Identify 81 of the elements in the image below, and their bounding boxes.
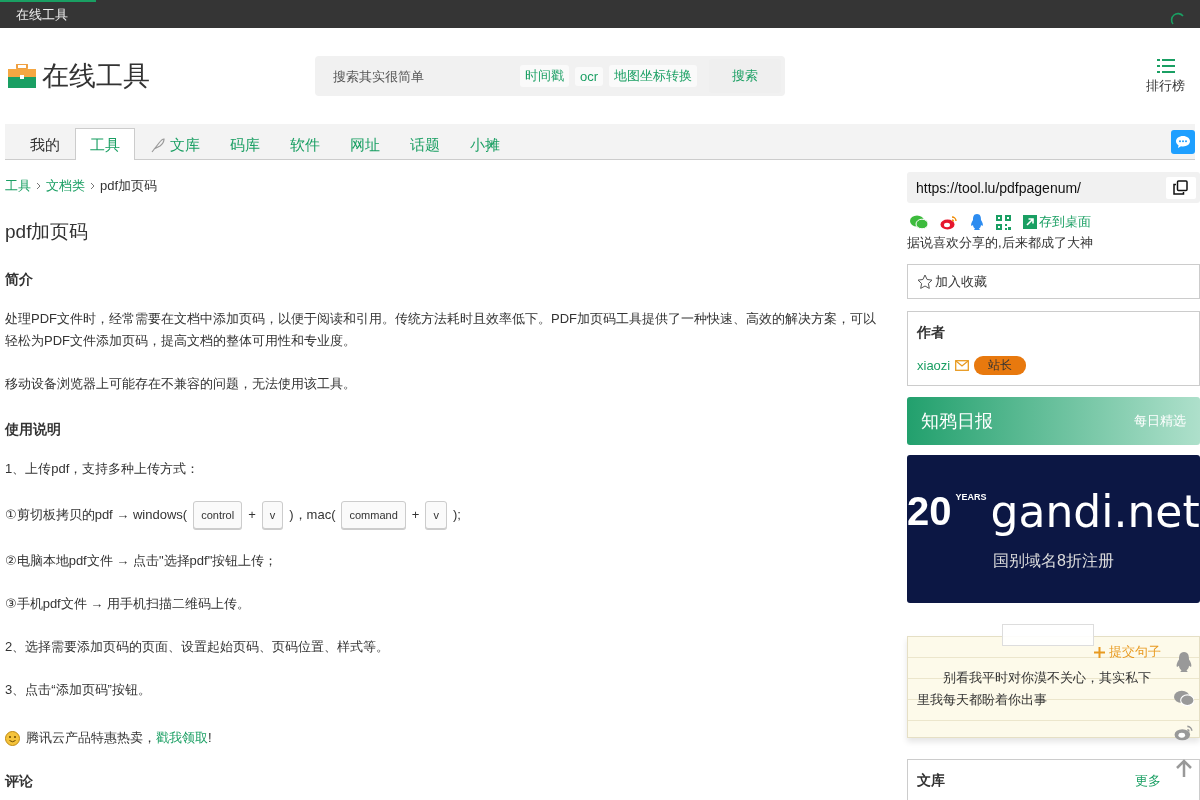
logo-text[interactable]: 在线工具	[42, 58, 150, 94]
copy-icon	[1173, 180, 1189, 195]
promo-text: 腾讯云产品特惠热卖，戳我领取!	[26, 729, 212, 747]
mail-icon[interactable]	[955, 360, 970, 371]
star-icon	[917, 273, 933, 290]
section-heading: 简介	[5, 271, 34, 289]
paragraph: ③手机pdf文件 → 用手机扫描二维码上传。	[5, 595, 251, 613]
chat-icon	[1176, 135, 1190, 148]
author-heading: 作者	[917, 324, 946, 342]
author-name[interactable]: xiaozi	[917, 358, 951, 373]
quick-link[interactable]: 地图坐标转换	[609, 65, 697, 87]
search-field[interactable]: 搜索其实很简单	[331, 67, 520, 85]
copy-button[interactable]	[1165, 176, 1196, 199]
ad-years: YEARS	[955, 492, 987, 502]
paragraph: 处理PDF文件时，经常需要在文档中添加页码，以便于阅读和引用。传统方法耗时且效率低下。PDF加页码工具提供了一种快速、高效的解决方案，可以轻松为PDF文件添加页码，提高文档的整体可用性和专业度。	[5, 310, 877, 350]
keyboard-key: v	[261, 501, 284, 529]
instruction-text: ①剪切板拷贝的pdf → windows(	[5, 506, 188, 524]
nav-tab[interactable]: 工具	[75, 128, 135, 160]
list-icon	[1156, 57, 1175, 74]
daily-banner[interactable]: 知鸦日报 每日精选	[907, 397, 1200, 445]
role-badge: 站长	[974, 356, 1027, 375]
site-tab[interactable]: 在线工具	[0, 0, 96, 28]
library-heading: 文库	[917, 772, 945, 790]
penguin-icon[interactable]	[970, 214, 984, 230]
chevron-right-icon	[90, 182, 95, 190]
ad-offer: 国别域名8折注册	[992, 551, 1114, 571]
wechat-icon[interactable]	[910, 215, 928, 229]
breadcrumb-current: pdf加页码	[100, 177, 158, 195]
ad-number: 20	[907, 489, 952, 534]
qr-code-icon[interactable]	[996, 214, 1011, 230]
keyboard-key: v	[425, 501, 447, 529]
quill-icon	[150, 137, 166, 153]
paragraph: 1、上传pdf，支持多种上传方式：	[5, 460, 201, 478]
nav-tab[interactable]: 码库	[215, 129, 275, 160]
weibo-icon[interactable]	[940, 214, 958, 230]
external-arrow-icon	[1023, 215, 1037, 229]
paragraph: 移动设备浏览器上可能存在不兼容的问题，无法使用该工具。	[5, 375, 357, 393]
ad-brand: gandi.net	[990, 486, 1200, 537]
weibo-icon[interactable]	[1174, 724, 1194, 741]
more-link[interactable]: 更多	[1134, 772, 1161, 790]
page-title: pdf加页码	[5, 220, 90, 244]
ranking-link[interactable]: 排行榜	[1146, 57, 1185, 95]
quick-link[interactable]: ocr	[574, 66, 603, 86]
share-note: 据说喜欢分享的,后来都成了大神	[907, 234, 1094, 252]
nav-tab[interactable]: 小摊	[455, 129, 515, 160]
wechat-icon[interactable]	[1174, 690, 1194, 706]
daily-title: 知鸦日报	[921, 410, 993, 433]
ranking-label: 排行榜	[1146, 76, 1185, 95]
paragraph: 2、选择需要添加页码的页面、设置起始页码、页码位置、样式等。	[5, 638, 391, 656]
section-heading: 使用说明	[5, 421, 62, 439]
breadcrumb-link[interactable]: 文档类	[46, 177, 85, 195]
instruction-text: );	[452, 506, 461, 524]
nav-tab[interactable]: 文库	[135, 129, 215, 160]
penguin-icon[interactable]	[1175, 652, 1193, 672]
promo-link[interactable]: 戳我领取	[156, 730, 208, 745]
plus-icon	[1093, 646, 1105, 658]
instruction-text: +	[411, 506, 420, 524]
smiley-icon	[5, 730, 20, 746]
chat-button[interactable]	[1171, 129, 1195, 154]
url-text: https://tool.lu/pdfpagenum/	[916, 179, 1081, 196]
instruction-text: +	[248, 506, 256, 524]
favorite-button[interactable]: 加入收藏	[907, 264, 1200, 299]
keyboard-key: control	[193, 501, 243, 529]
daily-subtitle: 每日精选	[1133, 412, 1186, 430]
nav-tab[interactable]: 软件	[275, 129, 335, 160]
briefcase-icon	[8, 64, 36, 88]
save-to-desktop-link[interactable]: 存到桌面	[1023, 213, 1091, 231]
nav-tab[interactable]: 我的	[15, 129, 75, 160]
breadcrumb-link[interactable]: 工具	[5, 177, 31, 195]
nav-tab[interactable]: 网址	[335, 129, 395, 160]
submit-sentence-link[interactable]: 提交句子	[917, 643, 1161, 661]
instruction-text: )，mac(	[289, 506, 336, 524]
section-heading: 评论	[5, 773, 34, 791]
keyboard-key: command	[341, 501, 406, 529]
paragraph: 3、点击“添加页码”按钮。	[5, 681, 152, 699]
back-to-top-icon[interactable]	[1175, 759, 1193, 777]
quick-link[interactable]: 时间戳	[519, 65, 569, 87]
quote-text: 别看我平时对你漠不关心，其实私下里我每天都盼着你出事	[917, 669, 1152, 709]
paragraph: ②电脑本地pdf文件 → 点击"选择pdf"按钮上传；	[5, 552, 279, 570]
nav-tab[interactable]: 话题	[395, 129, 455, 160]
chevron-right-icon	[36, 182, 41, 190]
